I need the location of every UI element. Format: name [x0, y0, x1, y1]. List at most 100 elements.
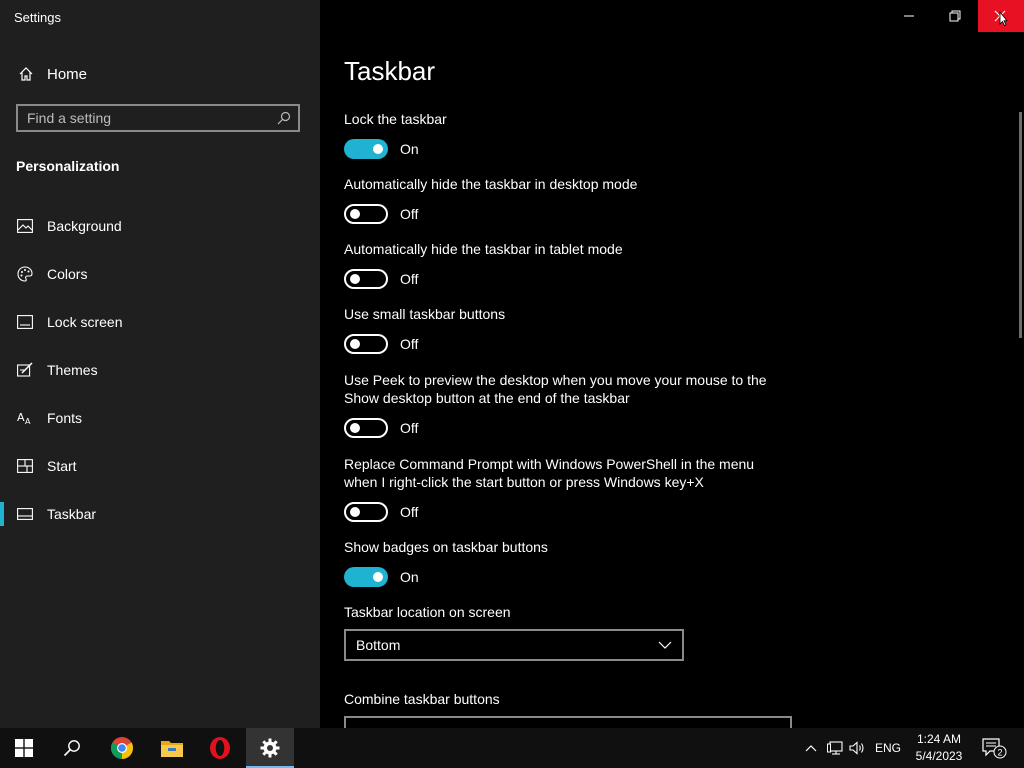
sidebar: Settings Home Personalization Background…: [0, 0, 320, 728]
sidebar-item-label: Fonts: [47, 410, 83, 426]
folder-icon: [161, 741, 183, 757]
toggle-state: On: [400, 141, 419, 157]
setting-label: Replace Command Prompt with Windows Powe…: [344, 456, 755, 490]
file-explorer-taskbar-button[interactable]: [148, 728, 196, 768]
setting-lock-taskbar: Lock the taskbar On: [344, 110, 784, 159]
taskbar-search-button[interactable]: [48, 728, 96, 768]
network-tray-button[interactable]: [824, 728, 846, 768]
sidebar-item-label: Colors: [47, 266, 88, 282]
sidebar-item-fonts[interactable]: AA Fonts: [0, 394, 320, 442]
settings-taskbar-button[interactable]: [246, 728, 294, 768]
combine-label: Combine taskbar buttons: [344, 691, 500, 707]
toggle-state: Off: [400, 206, 419, 222]
sidebar-item-label: Background: [47, 218, 122, 234]
themes-icon: [16, 361, 34, 379]
search-icon[interactable]: [274, 108, 294, 128]
small-buttons-toggle[interactable]: [344, 334, 388, 354]
restore-icon: [949, 10, 961, 22]
restore-button[interactable]: [932, 0, 978, 32]
toggle-state: Off: [400, 420, 419, 436]
network-icon: [827, 741, 843, 755]
notification-count: 2: [997, 748, 1002, 758]
taskbar: ENG 1:24 AM 5/4/2023 2: [0, 728, 1024, 768]
sidebar-item-label: Themes: [47, 362, 98, 378]
setting-label: Use small taskbar buttons: [344, 306, 506, 322]
section-title: Personalization: [16, 158, 120, 174]
start-icon: [16, 457, 34, 475]
taskbar-icon: [16, 505, 34, 523]
toggle-state: Off: [400, 504, 419, 520]
sidebar-item-taskbar[interactable]: Taskbar: [0, 490, 320, 538]
toggle-state: Off: [400, 271, 419, 287]
chrome-icon: [111, 737, 133, 759]
start-button[interactable]: [0, 728, 48, 768]
sidebar-item-label: Start: [47, 458, 77, 474]
sidebar-item-colors[interactable]: Colors: [0, 250, 320, 298]
setting-autohide-desktop: Automatically hide the taskbar in deskto…: [344, 175, 784, 224]
sidebar-item-label: Lock screen: [47, 314, 123, 330]
close-button[interactable]: [978, 0, 1024, 32]
minimize-button[interactable]: [886, 0, 932, 32]
location-label: Taskbar location on screen: [344, 604, 511, 620]
windows-logo-icon: [15, 739, 33, 757]
opera-icon: [210, 737, 230, 759]
scrollbar[interactable]: [1019, 112, 1022, 338]
chrome-taskbar-button[interactable]: [98, 728, 146, 768]
home-nav-item[interactable]: Home: [16, 62, 87, 86]
badges-toggle[interactable]: [344, 567, 388, 587]
search-icon: [63, 740, 80, 757]
dropdown-value: Bottom: [356, 637, 401, 653]
taskbar-location-dropdown[interactable]: Bottom: [344, 629, 684, 661]
setting-label: Use Peek to preview the desktop when you…: [344, 372, 767, 406]
home-icon: [16, 64, 36, 84]
setting-autohide-tablet: Automatically hide the taskbar in tablet…: [344, 240, 784, 289]
lock-screen-icon: [16, 313, 34, 331]
palette-icon: [16, 265, 34, 283]
image-icon: [16, 217, 34, 235]
combine-buttons-dropdown[interactable]: [344, 716, 792, 728]
search-input[interactable]: [18, 109, 274, 127]
powershell-toggle[interactable]: [344, 502, 388, 522]
clock-date: 5/4/2023: [915, 749, 963, 763]
chevron-up-icon: [805, 745, 817, 752]
search-box[interactable]: [16, 104, 300, 132]
autohide-tablet-toggle[interactable]: [344, 269, 388, 289]
setting-powershell: Replace Command Prompt with Windows Powe…: [344, 455, 784, 522]
setting-location: Taskbar location on screen: [344, 603, 784, 621]
gear-icon: [260, 738, 280, 758]
action-center-button[interactable]: 2: [978, 728, 1010, 768]
home-label: Home: [47, 65, 88, 83]
sidebar-item-lock-screen[interactable]: Lock screen: [0, 298, 320, 346]
setting-label: Automatically hide the taskbar in tablet…: [344, 241, 623, 257]
setting-label: Show badges on taskbar buttons: [344, 539, 548, 555]
notification-icon: 2: [982, 738, 1007, 759]
volume-tray-button[interactable]: [846, 728, 868, 768]
close-icon: [994, 10, 1008, 26]
language-indicator[interactable]: ENG: [872, 728, 904, 768]
sidebar-item-start[interactable]: Start: [0, 442, 320, 490]
language-label: ENG: [874, 741, 901, 755]
sidebar-item-background[interactable]: Background: [0, 202, 320, 250]
speaker-icon: [849, 741, 864, 755]
setting-badges: Show badges on taskbar buttons On: [344, 538, 784, 587]
chevron-down-icon: [658, 641, 672, 649]
lock-taskbar-toggle[interactable]: [344, 139, 388, 159]
toggle-state: Off: [400, 336, 419, 352]
opera-taskbar-button[interactable]: [196, 728, 244, 768]
page-title: Taskbar: [344, 56, 436, 86]
clock[interactable]: 1:24 AM 5/4/2023: [908, 731, 970, 765]
sidebar-item-label: Taskbar: [47, 506, 97, 522]
setting-label: Lock the taskbar: [344, 111, 447, 127]
setting-peek: Use Peek to preview the desktop when you…: [344, 371, 784, 438]
toggle-state: On: [400, 569, 419, 585]
show-hidden-icons-button[interactable]: [800, 728, 822, 768]
fonts-icon: AA: [16, 409, 34, 427]
autohide-desktop-toggle[interactable]: [344, 204, 388, 224]
svg-text:A: A: [17, 411, 25, 424]
peek-toggle[interactable]: [344, 418, 388, 438]
svg-text:A: A: [25, 417, 31, 426]
sidebar-item-themes[interactable]: Themes: [0, 346, 320, 394]
app-title: Settings: [14, 10, 61, 25]
clock-time: 1:24 AM: [916, 732, 962, 746]
setting-small-buttons: Use small taskbar buttons Off: [344, 305, 784, 354]
